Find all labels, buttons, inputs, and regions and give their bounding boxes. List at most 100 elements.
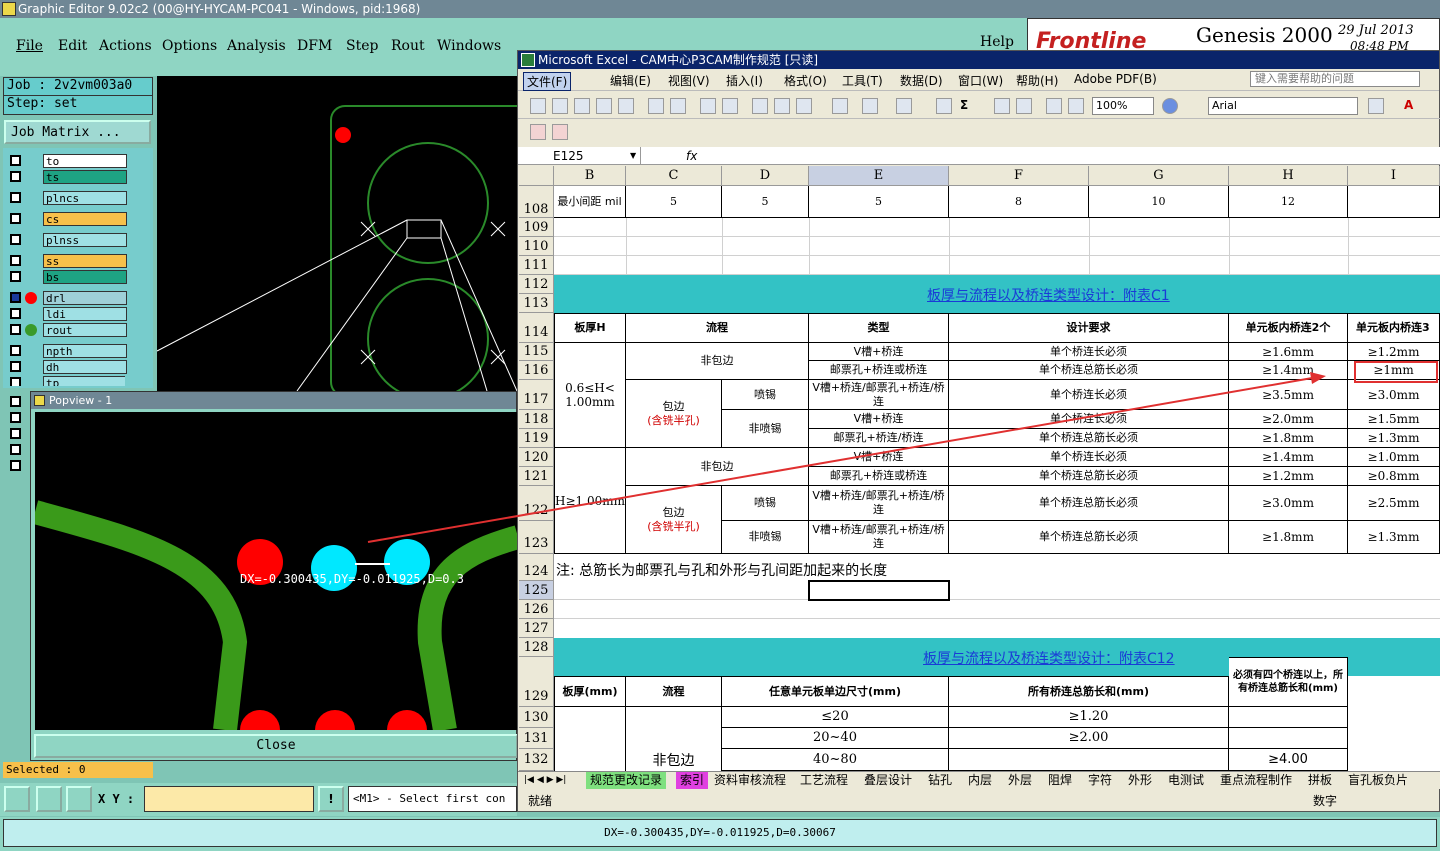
table-header[interactable]: 单元板内桥连3 [1348,313,1440,343]
layer-row[interactable]: ldi [7,307,127,321]
table-header[interactable]: 板厚(mm) [554,676,626,707]
help-icon[interactable] [1162,98,1178,114]
menu-format[interactable]: 格式(O) [784,72,827,89]
column-header[interactable]: C [626,166,722,186]
column-header[interactable]: E [809,166,949,186]
pdf-convert-icon[interactable] [530,124,546,140]
row-header[interactable]: 123 [519,521,554,554]
font-color-icon[interactable]: A [1404,98,1420,114]
cell[interactable] [554,707,626,771]
cell[interactable]: ≤20 [722,707,949,728]
tab-profile[interactable]: 外形 [1128,772,1152,789]
tab-outer[interactable]: 外层 [1008,772,1032,789]
checkbox[interactable] [10,308,21,319]
cell[interactable]: V槽+桥连 [809,448,949,467]
checkbox[interactable] [10,361,21,372]
email-icon[interactable] [618,98,634,114]
menu-help[interactable]: Help [980,34,1014,50]
format-painter-icon[interactable] [832,98,848,114]
menu-tools[interactable]: 工具(T) [842,72,883,89]
cell[interactable]: 0.6≤H< 1.00mm [554,343,626,448]
permission-icon[interactable] [596,98,612,114]
cell[interactable]: ≥1.20 [949,707,1229,728]
cell[interactable]: V槽+桥连 [809,410,949,429]
cell[interactable]: ≥1.6mm [1229,343,1348,361]
layer-name[interactable]: ts [43,170,127,184]
table1-title[interactable]: 板厚与流程以及桥连类型设计：附表C1 [927,285,1170,305]
print-preview-icon[interactable] [670,98,686,114]
row-header[interactable]: 124 [519,554,554,581]
cell[interactable]: 8 [949,186,1089,218]
checkbox[interactable] [10,460,21,471]
save-icon[interactable] [574,98,590,114]
tab-process[interactable]: 工艺流程 [800,772,848,789]
menu-rout[interactable]: Rout [391,38,425,54]
menu-actions[interactable]: Actions [99,38,152,54]
row-header[interactable]: 120 [519,448,554,467]
cell[interactable]: 非包边 [626,343,809,380]
checkbox[interactable] [10,324,21,335]
menu-edit[interactable]: Edit [58,38,87,54]
close-button[interactable]: Close [34,734,518,758]
layer-name[interactable]: ldi [43,307,127,321]
layer-row[interactable]: to [7,154,127,168]
row-header[interactable]: 110 [519,237,554,256]
layer-name[interactable]: to [43,154,127,168]
menu-file[interactable]: 文件(F) [523,72,572,91]
layer-name[interactable]: tp [43,376,125,386]
row-header[interactable]: 112 [519,275,554,294]
cell[interactable]: ≥3.5mm [1229,380,1348,410]
cell[interactable]: ≥1.3mm [1348,521,1440,554]
cell[interactable] [1229,707,1348,728]
measure-tool-icon[interactable] [4,786,30,812]
checkbox[interactable] [10,271,21,282]
layer-name[interactable]: rout [43,323,127,337]
cell[interactable]: 12 [1229,186,1348,218]
note-text[interactable]: 注: 总筋长为邮票孔与孔和外形与孔间距加起来的长度 [556,560,887,580]
chart-wizard-icon[interactable] [1046,98,1062,114]
pdf-email-icon[interactable] [552,124,568,140]
cell[interactable]: H≥1.00mm [554,448,626,554]
cell[interactable]: V槽+桥连/邮票孔+桥连/桥连 [809,486,949,521]
row-header[interactable]: 125 [519,581,554,600]
undo-icon[interactable] [862,98,878,114]
cell[interactable]: ≥1.3mm [1348,429,1440,448]
cell[interactable] [949,749,1229,771]
cell[interactable]: 非包边 [626,448,809,486]
tab-index[interactable]: 索引 [676,772,709,789]
popview-canvas[interactable]: DX=-0.300435,DY=-0.011925,D=0.3 [35,412,518,730]
cell[interactable]: 5 [722,186,809,218]
cell[interactable]: 单个桥连总筋长必须 [949,486,1229,521]
layer-name[interactable]: bs [43,270,127,284]
cell[interactable]: 喷锡 [722,380,809,410]
cell[interactable]: 单个桥连总筋长必须 [949,429,1229,448]
row-header[interactable]: 113 [519,294,554,313]
tab-inner[interactable]: 内层 [968,772,992,789]
select-all-corner[interactable] [519,166,554,186]
spreadsheet-grid[interactable]: B C D E F G H I 108 109 110 111 112 113 … [519,166,1440,771]
cell[interactable]: 20~40 [722,728,949,749]
row-header[interactable]: 119 [519,429,554,448]
drawing-icon[interactable] [1068,98,1084,114]
row-header[interactable]: 111 [519,256,554,275]
active-cell[interactable] [808,580,950,601]
cell[interactable]: V槽+桥连/邮票孔+桥连/桥连 [809,380,949,410]
copy-icon[interactable] [774,98,790,114]
zoom-select[interactable]: 100% [1092,97,1154,115]
graphic-canvas[interactable] [157,76,517,391]
layer-row[interactable]: drl [7,291,127,305]
checkbox[interactable] [10,292,21,303]
menu-help[interactable]: 帮助(H) [1016,72,1058,89]
cell[interactable]: 单个桥连总筋长必须 [949,361,1229,380]
cell[interactable]: ≥1.5mm [1348,410,1440,429]
cell[interactable] [1229,728,1348,749]
checkbox[interactable] [10,192,21,203]
job-matrix-button[interactable]: Job Matrix ... [4,120,151,144]
cell[interactable]: ≥2.0mm [1229,410,1348,429]
cell[interactable]: ≥2.00 [949,728,1229,749]
menu-windows[interactable]: Windows [437,38,501,54]
grid-tool-icon[interactable] [66,786,92,812]
cell[interactable]: ≥4.00 [1229,749,1348,771]
tab-drill[interactable]: 钻孔 [928,772,952,789]
cell[interactable]: ≥3.0mm [1348,380,1440,410]
